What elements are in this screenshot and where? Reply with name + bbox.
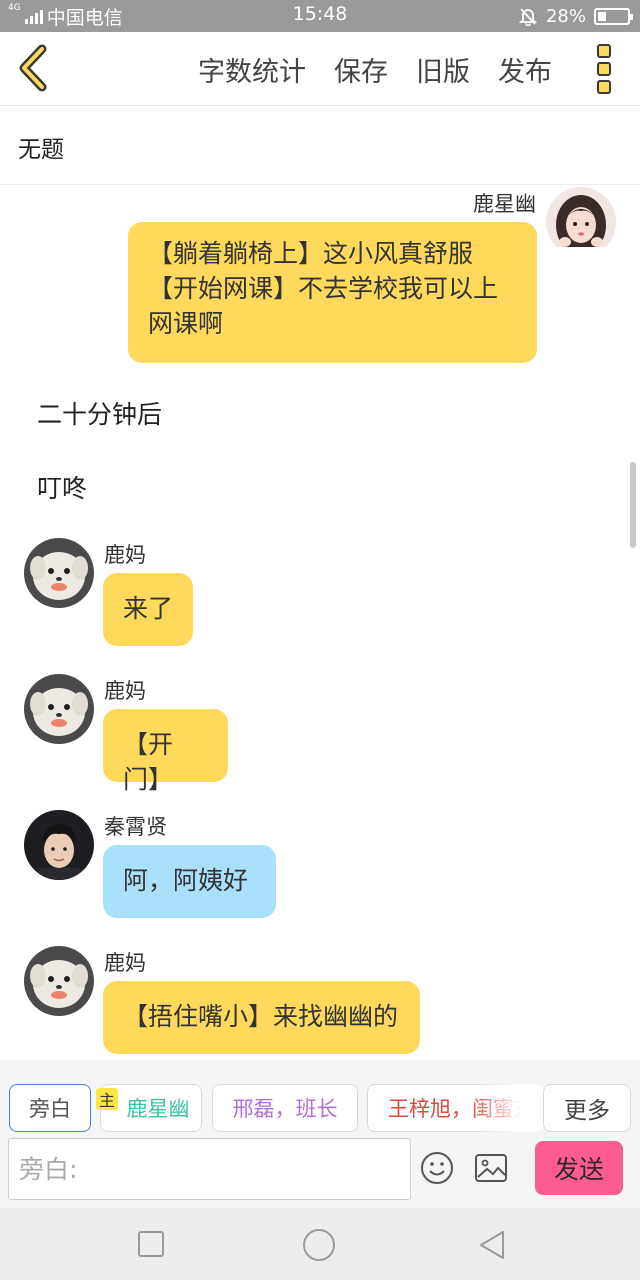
- image-icon: [475, 1154, 507, 1182]
- character-label: 鹿星幽: [126, 1097, 190, 1121]
- narration-text[interactable]: 二十分钟后: [37, 395, 162, 431]
- narration-text[interactable]: 叮咚: [37, 469, 87, 505]
- mute-bell-icon: [518, 8, 538, 26]
- dog-avatar-icon: [24, 674, 94, 744]
- avatar-lu-xingyou[interactable]: [546, 187, 616, 257]
- send-button[interactable]: 发送: [535, 1141, 623, 1195]
- message-bubble[interactable]: 【躺着躺椅上】这小风真舒服 【开始网课】不去学校我可以上 网课啊: [128, 222, 537, 363]
- system-nav-bar: [0, 1208, 640, 1280]
- menu-dot-icon: [597, 62, 611, 76]
- composer-bar: 发送: [0, 1136, 640, 1208]
- boy-avatar-icon: [24, 810, 94, 880]
- triangle-back-icon: [480, 1231, 504, 1259]
- image-button[interactable]: [474, 1153, 508, 1183]
- main-character-badge: 主: [96, 1088, 118, 1110]
- toolbar-actions: 字数统计 保存 旧版 发布: [198, 32, 552, 106]
- menu-dot-icon: [597, 80, 611, 94]
- sender-name: 鹿妈: [104, 679, 146, 703]
- more-characters-button[interactable]: 更多: [543, 1084, 631, 1132]
- menu-dot-icon: [597, 44, 611, 58]
- story-title-row[interactable]: 无题: [0, 106, 640, 185]
- word-count-button[interactable]: 字数统计: [198, 50, 306, 89]
- avatar-lu-ma[interactable]: [24, 538, 94, 608]
- message-text: 阿，阿姨好: [123, 866, 249, 895]
- character-label: 王梓旭，闺蜜对象: [388, 1097, 544, 1121]
- character-selector: 旁白 鹿星幽 主 邢磊，班长 王梓旭，闺蜜对象 更多: [0, 1060, 640, 1136]
- message-text: 【捂住嘴小】来找幽幽的: [123, 1002, 399, 1031]
- message-line: 【开始网课】不去学校我可以上: [148, 274, 499, 303]
- back-button[interactable]: [12, 42, 56, 94]
- top-toolbar: 字数统计 保存 旧版 发布: [0, 32, 640, 106]
- chevron-left-icon: [19, 44, 47, 92]
- character-label: 邢磊，班长: [232, 1097, 338, 1121]
- character-chip-xing-lei[interactable]: 邢磊，班长: [212, 1084, 358, 1132]
- smiley-icon: [421, 1152, 453, 1184]
- message-bubble[interactable]: 【捂住嘴小】来找幽幽的: [103, 981, 420, 1054]
- home-button[interactable]: [302, 1228, 336, 1262]
- sender-name: 秦霄贤: [104, 815, 167, 839]
- chat-area[interactable]: 鹿星幽 【躺着躺椅上】这小风真舒服 【开始网课】不去学校我可以上 网课啊 二十分…: [0, 185, 640, 1060]
- message-line: 【躺着躺椅上】这小风真舒服: [148, 239, 474, 268]
- dog-avatar-icon: [24, 946, 94, 1016]
- recent-apps-button[interactable]: [135, 1228, 169, 1262]
- chat-scrollbar[interactable]: [630, 462, 636, 548]
- avatar-lu-ma[interactable]: [24, 946, 94, 1016]
- message-line: 网课啊: [148, 309, 224, 338]
- status-right: 28%: [518, 3, 633, 29]
- message-input[interactable]: [9, 1139, 410, 1199]
- square-icon: [138, 1231, 164, 1257]
- sender-name: 鹿妈: [104, 543, 146, 567]
- status-bar: 4G 中国电信 15:48 28%: [0, 0, 640, 32]
- sender-name: 鹿星幽: [473, 192, 536, 216]
- publish-button[interactable]: 发布: [498, 50, 552, 89]
- sender-name: 鹿妈: [104, 951, 146, 975]
- battery-icon: [594, 7, 633, 25]
- avatar-qin-xiaoxian[interactable]: [24, 810, 94, 880]
- message-input-wrapper: [8, 1138, 411, 1200]
- emoji-button[interactable]: [420, 1151, 454, 1185]
- character-chip-wang-zixu[interactable]: 王梓旭，闺蜜对象: [367, 1084, 544, 1132]
- more-menu-button[interactable]: [592, 42, 616, 96]
- save-button[interactable]: 保存: [334, 50, 388, 89]
- character-chip-narration[interactable]: 旁白: [9, 1084, 91, 1132]
- circle-icon: [303, 1229, 335, 1261]
- message-text: 来了: [123, 594, 174, 623]
- girl-avatar-icon: [546, 187, 616, 257]
- nav-back-button[interactable]: [475, 1228, 509, 1262]
- story-title: 无题: [18, 137, 64, 163]
- avatar-lu-ma[interactable]: [24, 674, 94, 744]
- battery-percent: 28%: [545, 5, 586, 27]
- old-version-button[interactable]: 旧版: [416, 50, 470, 89]
- dog-avatar-icon: [24, 538, 94, 608]
- message-bubble[interactable]: 【开门】: [103, 709, 228, 794]
- message-text: 【开门】: [123, 730, 174, 794]
- message-bubble[interactable]: 阿，阿姨好: [103, 845, 276, 918]
- message-bubble[interactable]: 来了: [103, 573, 193, 646]
